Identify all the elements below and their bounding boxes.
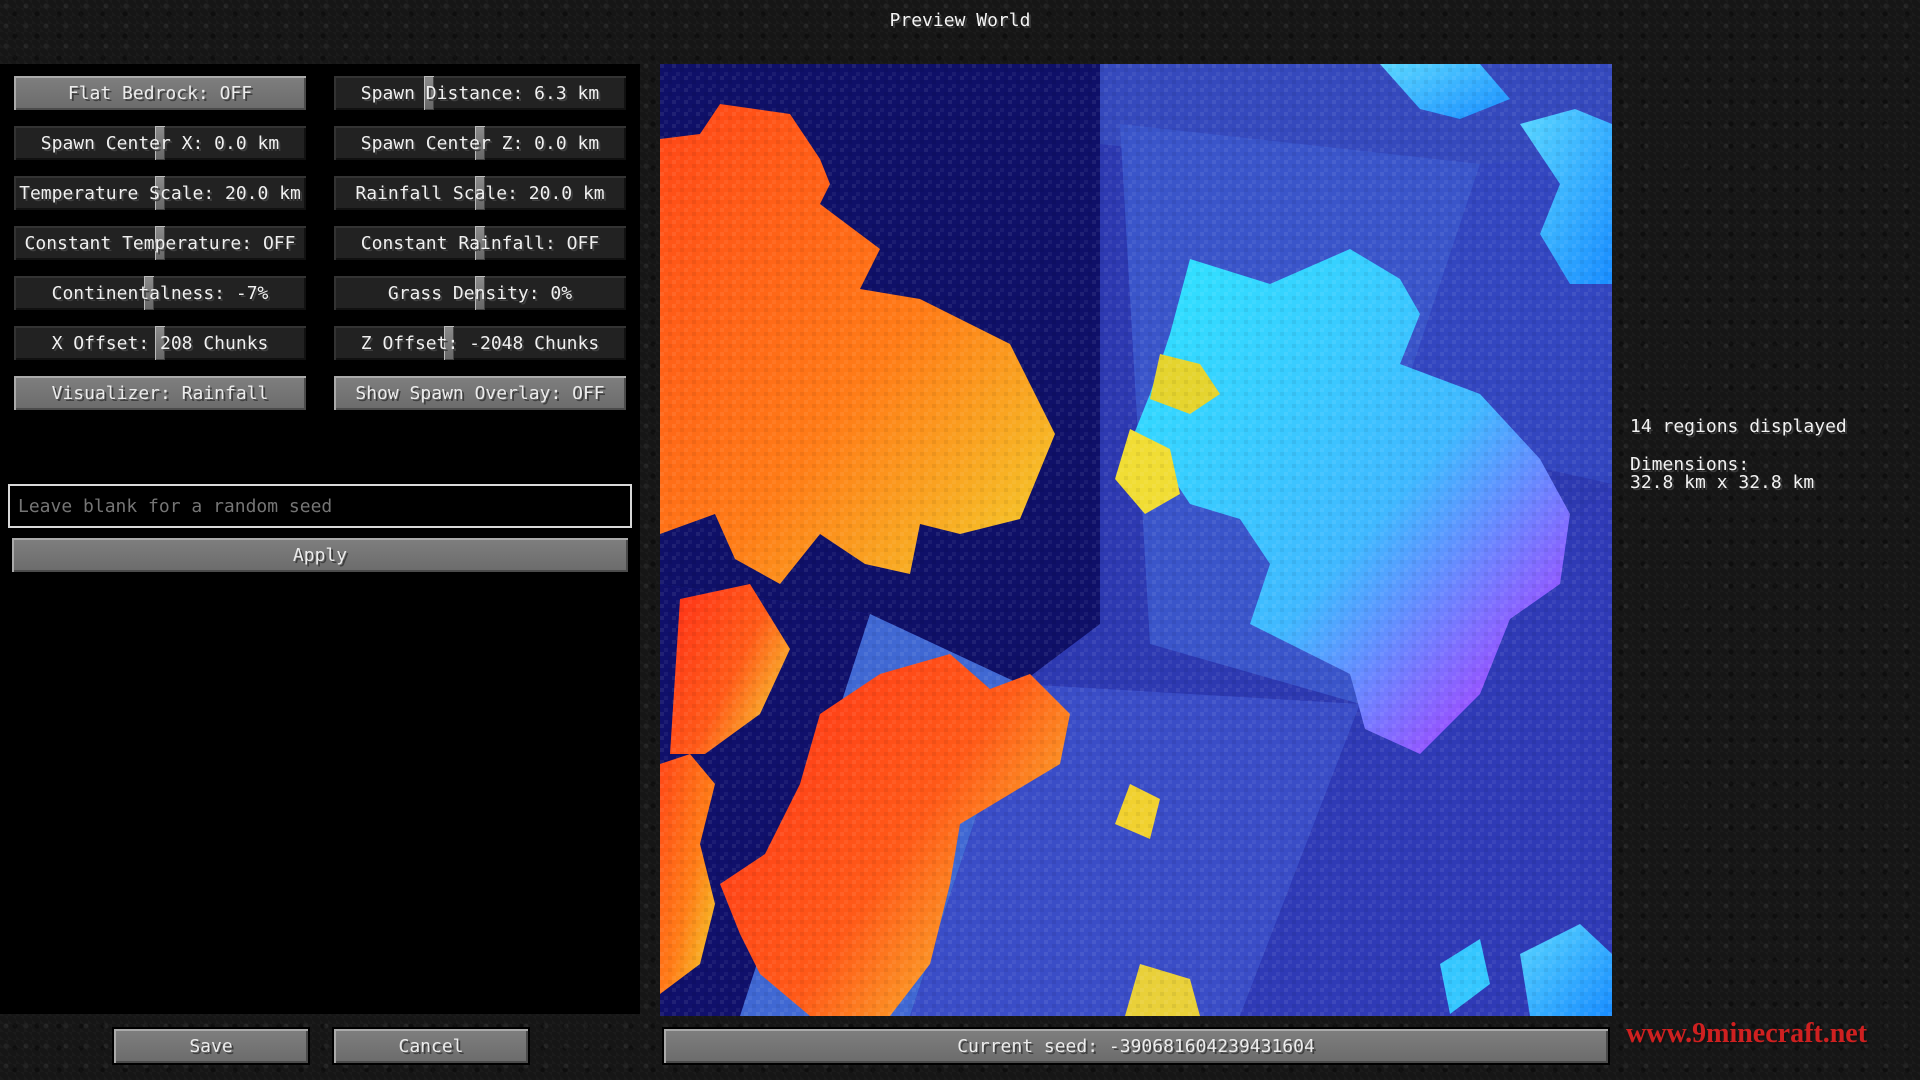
spawn-center-z-label: Spawn Center Z: 0.0 km <box>360 132 600 154</box>
constant-rainfall-label: Constant Rainfall: OFF <box>360 232 600 254</box>
spawn-distance-label: Spawn Distance: 6.3 km <box>360 82 600 104</box>
temperature-scale-slider[interactable]: Temperature Scale: 20.0 km <box>12 174 308 212</box>
seed-input[interactable] <box>8 484 632 528</box>
spawn-center-z-slider[interactable]: Spawn Center Z: 0.0 km <box>332 124 628 162</box>
page-title: Preview World <box>889 10 1031 31</box>
z-offset-slider[interactable]: Z Offset: -2048 Chunks <box>332 324 628 362</box>
cancel-button[interactable]: Cancel <box>332 1027 530 1065</box>
settings-panel: Flat Bedrock: OFF Spawn Distance: 6.3 km… <box>0 64 640 1014</box>
spawn-center-x-label: Spawn Center X: 0.0 km <box>40 132 280 154</box>
site-watermark: www.9minecraft.net <box>1626 1018 1868 1049</box>
spawn-center-x-slider[interactable]: Spawn Center X: 0.0 km <box>12 124 308 162</box>
world-map-preview[interactable] <box>660 64 1612 1016</box>
current-seed-display: Current seed: -390681604239431604 <box>662 1027 1610 1065</box>
constant-temperature-slider[interactable]: Constant Temperature: OFF <box>12 224 308 262</box>
temperature-scale-label: Temperature Scale: 20.0 km <box>19 182 301 204</box>
continentalness-slider[interactable]: Continentalness: -7% <box>12 274 308 312</box>
dimensions-value: 32.8 km x 32.8 km <box>1630 472 1815 493</box>
constant-temperature-label: Constant Temperature: OFF <box>24 232 296 254</box>
apply-button[interactable]: Apply <box>10 536 630 574</box>
preview-world-screen: Preview World Flat Bedrock: OFF Spawn Di… <box>0 0 1920 1080</box>
visualizer-button[interactable]: Visualizer: Rainfall <box>12 374 308 412</box>
continentalness-label: Continentalness: -7% <box>51 282 269 304</box>
flat-bedrock-toggle[interactable]: Flat Bedrock: OFF <box>12 74 308 112</box>
rainfall-scale-label: Rainfall Scale: 20.0 km <box>355 182 605 204</box>
z-offset-label: Z Offset: -2048 Chunks <box>360 332 600 354</box>
save-button[interactable]: Save <box>112 1027 310 1065</box>
x-offset-label: X Offset: 208 Chunks <box>51 332 269 354</box>
show-spawn-overlay-button[interactable]: Show Spawn Overlay: OFF <box>332 374 628 412</box>
rainfall-scale-slider[interactable]: Rainfall Scale: 20.0 km <box>332 174 628 212</box>
spawn-distance-slider[interactable]: Spawn Distance: 6.3 km <box>332 74 628 112</box>
grass-density-slider[interactable]: Grass Density: 0% <box>332 274 628 312</box>
x-offset-slider[interactable]: X Offset: 208 Chunks <box>12 324 308 362</box>
constant-rainfall-slider[interactable]: Constant Rainfall: OFF <box>332 224 628 262</box>
rainfall-map <box>660 64 1612 1016</box>
regions-displayed: 14 regions displayed <box>1630 416 1847 437</box>
grass-density-label: Grass Density: 0% <box>387 282 573 304</box>
